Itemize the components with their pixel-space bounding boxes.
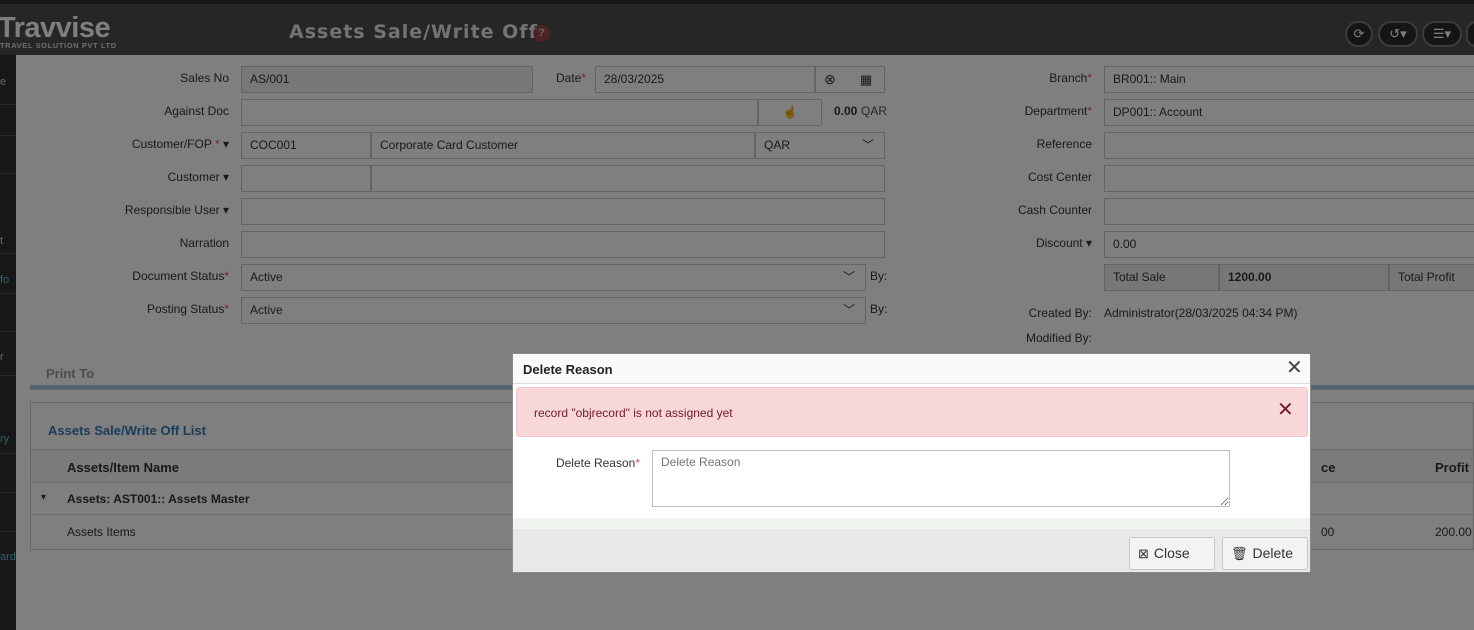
dialog-footer: ⊠ Close 🗑 Delete [513,530,1310,572]
close-box-icon: ⊠ [1138,546,1149,561]
delete-button[interactable]: 🗑 Delete [1222,537,1308,570]
alert-close-icon[interactable]: ✕ [1277,400,1294,420]
dialog-body-bottom [513,518,1310,530]
alert-message: record "objrecord" is not assigned yet [534,406,733,420]
delete-reason-label: Delete Reason* [555,456,640,470]
close-button[interactable]: ⊠ Close [1129,537,1215,570]
delete-reason-input[interactable] [652,450,1230,507]
delete-reason-dialog: Delete Reason ✕ record "objrecord" is no… [512,353,1311,573]
close-icon[interactable]: ✕ [1286,358,1303,378]
error-alert: record "objrecord" is not assigned yet ✕ [516,387,1308,437]
dialog-header: Delete Reason ✕ [513,354,1310,384]
dialog-title: Delete Reason [523,362,613,377]
trash-icon: 🗑 [1231,546,1248,561]
